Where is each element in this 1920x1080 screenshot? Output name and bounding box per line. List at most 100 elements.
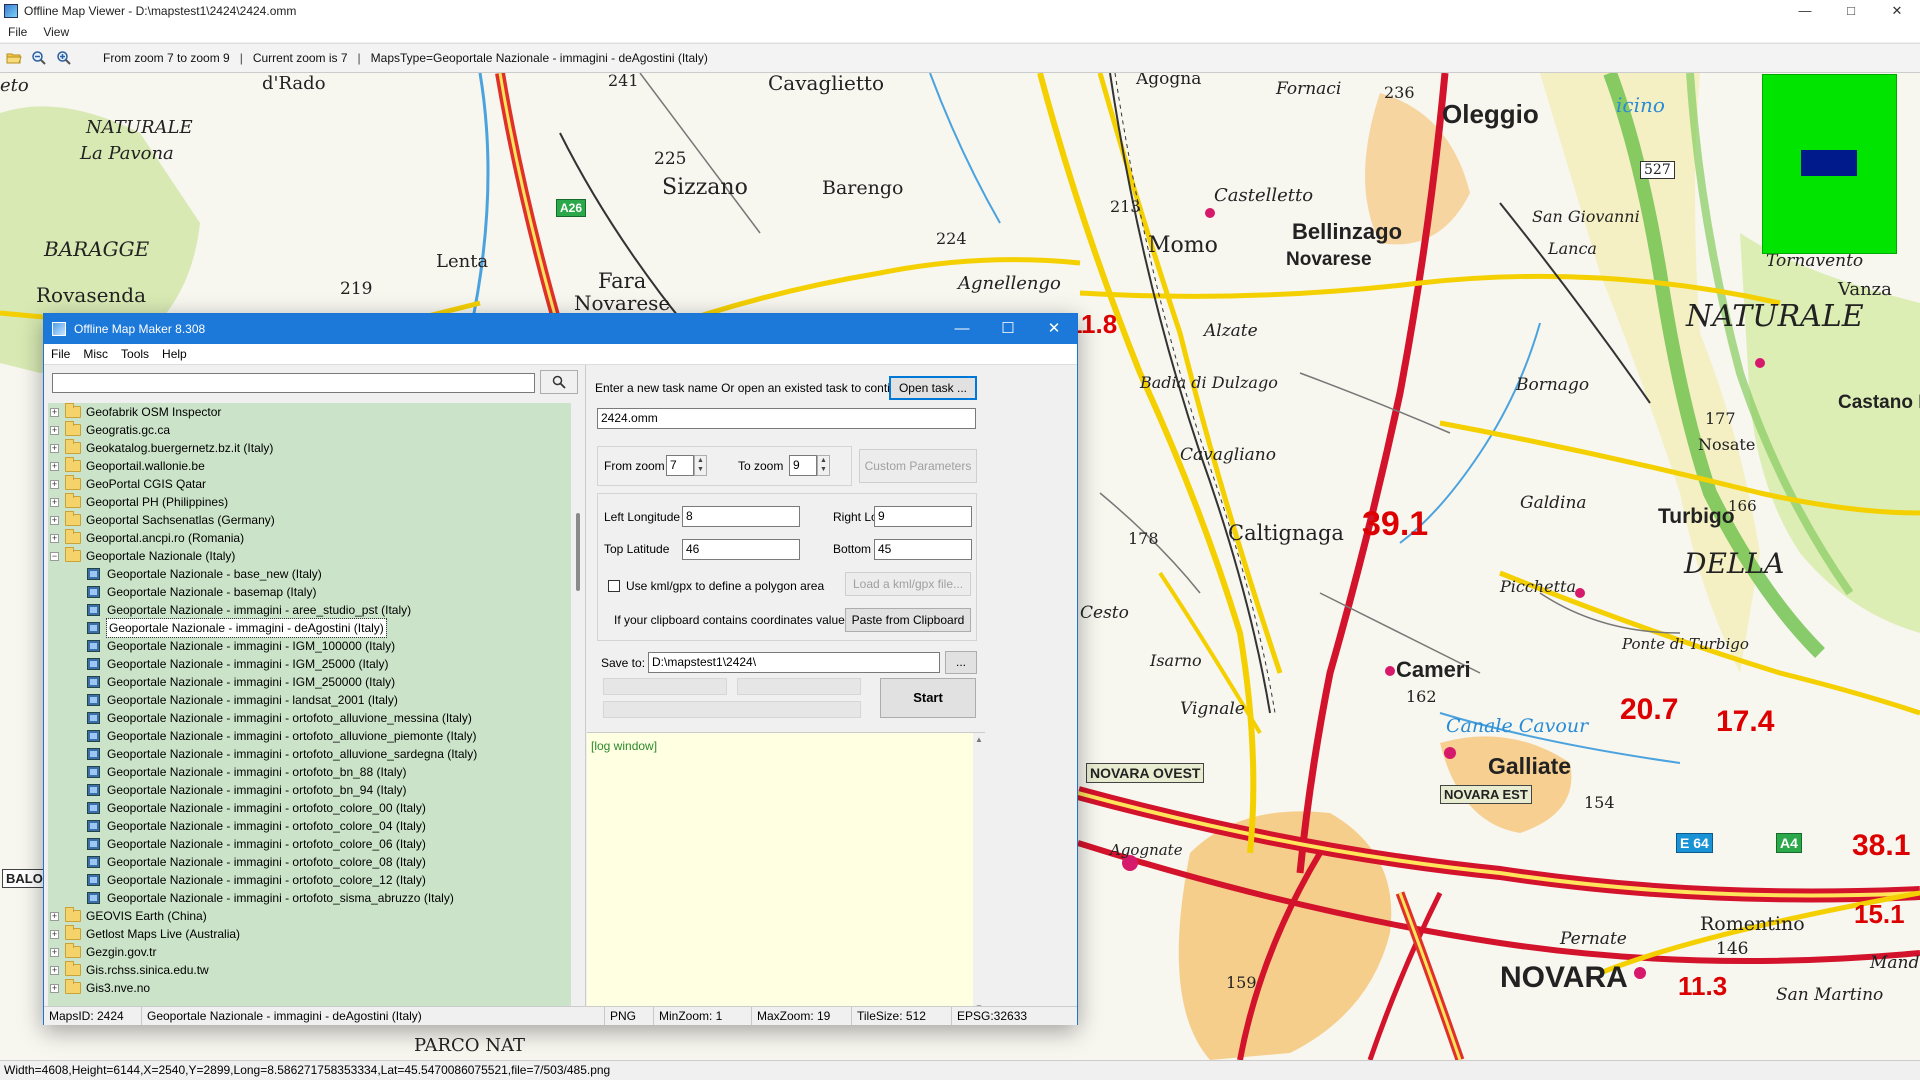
- tree-folder-item[interactable]: + Geoportal Sachsenatlas (Germany): [48, 511, 571, 529]
- map-label: d'Rado: [262, 73, 326, 94]
- tree-map-item[interactable]: Geoportale Nazionale - immagini - IGM_25…: [48, 655, 571, 673]
- tree-map-item[interactable]: Geoportale Nazionale - immagini - ortofo…: [48, 871, 571, 889]
- minimize-icon[interactable]: —: [1782, 0, 1828, 22]
- tree-map-item[interactable]: Geoportale Nazionale - immagini - IGM_10…: [48, 637, 571, 655]
- expand-icon[interactable]: +: [50, 515, 59, 525]
- tree-folder-item[interactable]: + Geogratis.gc.ca: [48, 421, 571, 439]
- to-zoom-spinner[interactable]: ▲ ▼: [817, 455, 830, 476]
- tree-folder-item[interactable]: − Geoportale Nazionale (Italy): [48, 547, 571, 565]
- close-icon[interactable]: ✕: [1031, 314, 1077, 344]
- tree-folder-item[interactable]: + GEOVIS Earth (China): [48, 907, 571, 925]
- tree-folder-item[interactable]: + Gis.rchss.sinica.edu.tw: [48, 961, 571, 979]
- zoom-in-icon[interactable]: [53, 47, 75, 69]
- tree-map-item[interactable]: Geoportale Nazionale - immagini - ortofo…: [48, 799, 571, 817]
- expand-icon[interactable]: +: [50, 407, 59, 417]
- menu-view[interactable]: View: [35, 25, 77, 39]
- expand-icon[interactable]: +: [50, 965, 59, 975]
- minimize-icon[interactable]: —: [939, 314, 985, 344]
- tree-folder-item[interactable]: + Geoportal PH (Philippines): [48, 493, 571, 511]
- map-source-tree[interactable]: + Geofabrik OSM Inspector + Geogratis.gc.ca…: [48, 403, 571, 1007]
- expand-icon[interactable]: +: [50, 479, 59, 489]
- tree-map-item[interactable]: Geoportale Nazionale - immagini - ortofo…: [48, 853, 571, 871]
- log-scrollbar[interactable]: ▲ ▼: [973, 733, 985, 1014]
- map-label: Nosate: [1698, 435, 1756, 454]
- tree-folder-item[interactable]: + Gezgin.gov.tr: [48, 943, 571, 961]
- tree-folder-item[interactable]: + GeoPortal CGIS Qatar: [48, 475, 571, 493]
- tree-map-item[interactable]: Geoportale Nazionale - base_new (Italy): [48, 565, 571, 583]
- menu-file[interactable]: File: [45, 347, 76, 361]
- app-icon: [4, 4, 18, 18]
- tree-item-label: Geoportal Sachsenatlas (Germany): [86, 513, 275, 527]
- tree-map-item[interactable]: Geoportale Nazionale - immagini - landsa…: [48, 691, 571, 709]
- menu-misc[interactable]: Misc: [77, 347, 114, 361]
- tree-map-item[interactable]: Geoportale Nazionale - immagini - ortofo…: [48, 835, 571, 853]
- expand-icon[interactable]: +: [50, 947, 59, 957]
- browse-button[interactable]: ...: [945, 651, 977, 674]
- expand-icon[interactable]: +: [50, 425, 59, 435]
- minimap[interactable]: [1762, 74, 1897, 254]
- map-label: BARAGGE: [44, 237, 150, 261]
- paste-clipboard-button[interactable]: Paste from Clipboard: [845, 608, 971, 632]
- from-zoom-field[interactable]: 7: [666, 455, 694, 476]
- custom-parameters-button[interactable]: Custom Parameters: [859, 449, 977, 483]
- tree-scrollbar[interactable]: [573, 403, 585, 1007]
- zoom-out-icon[interactable]: [28, 47, 50, 69]
- bottom-latitude-field[interactable]: 45: [874, 539, 972, 560]
- tree-map-item[interactable]: Geoportale Nazionale - immagini - aree_s…: [48, 601, 571, 619]
- close-icon[interactable]: ✕: [1874, 0, 1920, 22]
- tree-folder-item[interactable]: + Geoportail.wallonie.be: [48, 457, 571, 475]
- minimap-viewport[interactable]: [1801, 150, 1857, 176]
- left-longitude-field[interactable]: 8: [682, 506, 800, 527]
- expand-icon[interactable]: +: [50, 443, 59, 453]
- dialog-title-bar[interactable]: Offline Map Maker 8.308 — ☐ ✕: [44, 314, 1077, 344]
- menu-help[interactable]: Help: [156, 347, 193, 361]
- right-longitude-field[interactable]: 9: [874, 506, 972, 527]
- task-name-field[interactable]: 2424.omm: [597, 408, 976, 429]
- open-task-button[interactable]: Open task ...: [889, 376, 977, 400]
- tree-map-item[interactable]: Geoportale Nazionale - immagini - ortofo…: [48, 709, 571, 727]
- from-zoom-spinner[interactable]: ▲ ▼: [694, 455, 707, 476]
- maximize-icon[interactable]: □: [1828, 0, 1874, 22]
- expand-icon[interactable]: +: [50, 533, 59, 543]
- tree-folder-item[interactable]: + Gis3.nve.no: [48, 979, 571, 997]
- expand-icon[interactable]: +: [50, 461, 59, 471]
- open-folder-icon[interactable]: [3, 47, 25, 69]
- tree-map-item[interactable]: Geoportale Nazionale - immagini - ortofo…: [48, 727, 571, 745]
- search-button[interactable]: [540, 370, 578, 394]
- expand-icon[interactable]: +: [50, 929, 59, 939]
- top-latitude-field[interactable]: 46: [682, 539, 800, 560]
- log-window[interactable]: [log window] ▲ ▼: [587, 732, 985, 1014]
- expand-icon[interactable]: +: [50, 497, 59, 507]
- tree-folder-item[interactable]: + Geofabrik OSM Inspector: [48, 403, 571, 421]
- menu-tools[interactable]: Tools: [115, 347, 155, 361]
- tree-map-item[interactable]: Geoportale Nazionale - immagini - IGM_25…: [48, 673, 571, 691]
- tree-map-item[interactable]: Geoportale Nazionale - immagini - ortofo…: [48, 889, 571, 907]
- tree-map-item[interactable]: Geoportale Nazionale - basemap (Italy): [48, 583, 571, 601]
- tree-folder-item[interactable]: + Geoportal.ancpi.ro (Romania): [48, 529, 571, 547]
- tree-folder-item[interactable]: + Geokatalog.buergernetz.bz.it (Italy): [48, 439, 571, 457]
- map-label: Galliate: [1488, 753, 1572, 779]
- tree-item-label: Geoportale Nazionale - immagini - IGM_10…: [107, 639, 396, 653]
- collapse-icon[interactable]: −: [50, 551, 59, 561]
- maximize-icon[interactable]: ☐: [985, 314, 1031, 344]
- scrollbar-thumb[interactable]: [576, 513, 580, 591]
- expand-icon[interactable]: +: [50, 911, 59, 921]
- tree-map-item[interactable]: Geoportale Nazionale - immagini - ortofo…: [48, 781, 571, 799]
- to-zoom-field[interactable]: 9: [789, 455, 817, 476]
- tree-map-item[interactable]: Geoportale Nazionale - immagini - ortofo…: [48, 817, 571, 835]
- expand-icon[interactable]: +: [50, 983, 59, 993]
- tree-map-item[interactable]: Geoportale Nazionale - immagini - deAgos…: [48, 618, 571, 638]
- search-input[interactable]: [52, 373, 535, 393]
- scroll-up-icon[interactable]: ▲: [975, 735, 983, 744]
- load-kml-button[interactable]: Load a kml/gpx file...: [845, 572, 971, 596]
- tree-item-label: Geoportale Nazionale - base_new (Italy): [107, 567, 322, 581]
- menu-file[interactable]: File: [0, 25, 35, 39]
- map-distance-label: 39.1: [1362, 505, 1429, 543]
- save-path-field[interactable]: D:\mapstest1\2424\: [648, 652, 940, 673]
- search-icon: [552, 375, 566, 389]
- kml-polygon-checkbox[interactable]: [608, 580, 620, 592]
- tree-folder-item[interactable]: + Getlost Maps Live (Australia): [48, 925, 571, 943]
- tree-map-item[interactable]: Geoportale Nazionale - immagini - ortofo…: [48, 745, 571, 763]
- tree-map-item[interactable]: Geoportale Nazionale - immagini - ortofo…: [48, 763, 571, 781]
- start-button[interactable]: Start: [880, 678, 976, 718]
